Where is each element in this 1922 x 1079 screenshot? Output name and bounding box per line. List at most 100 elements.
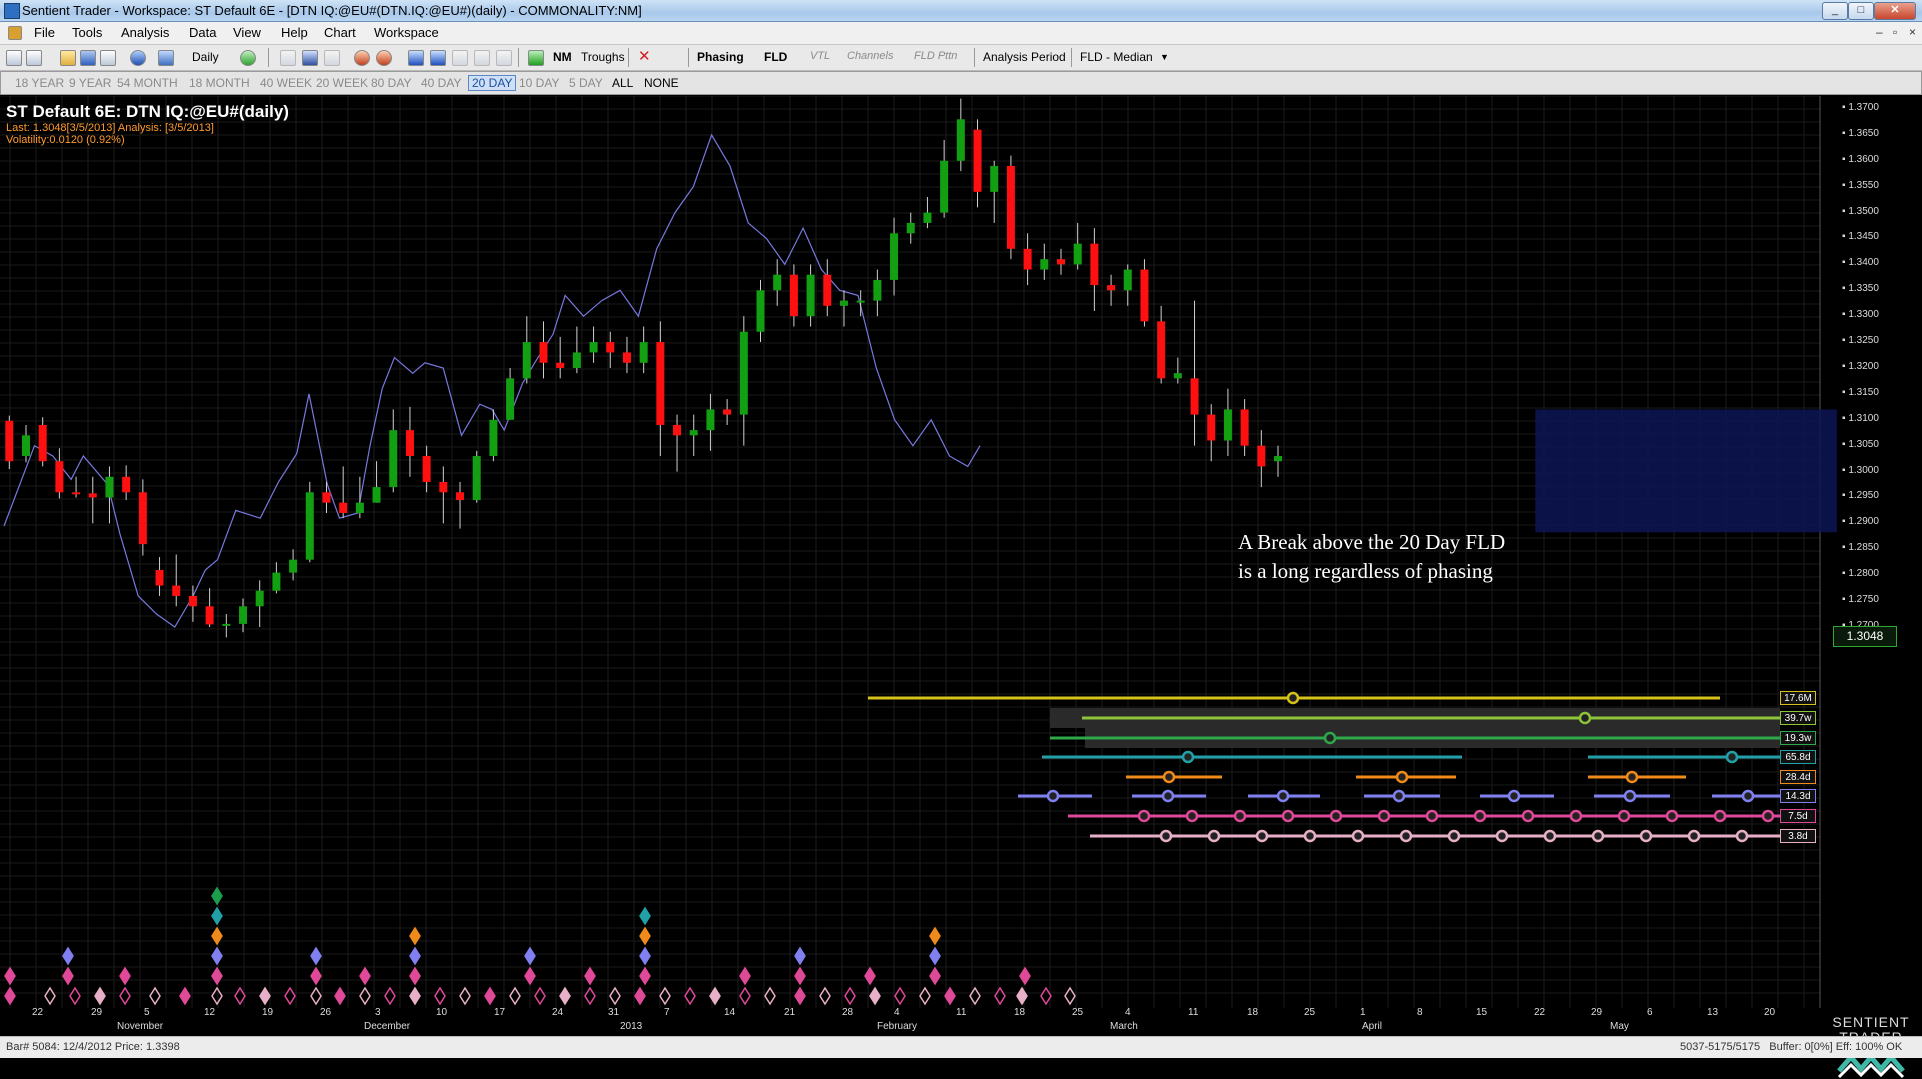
close-icon[interactable]: ✕ [1874,2,1916,20]
nm-button[interactable]: NM [553,50,572,64]
period-all[interactable]: ALL [612,76,633,90]
doc-close-icon[interactable]: × [1909,25,1916,39]
fld-pattern-button[interactable]: FLD Pttn [914,50,957,62]
date-tick-label: 29 [91,1007,103,1018]
trough-diamond-icon [869,986,881,1006]
trough-diamond-icon [284,986,296,1006]
data-sync-icon[interactable] [240,50,256,66]
trough-diamond-icon [929,926,941,946]
play-icon[interactable] [528,50,544,66]
candle-up [639,342,648,363]
minimize-icon[interactable]: _ [1822,2,1848,20]
menu-chart[interactable]: Chart [324,25,356,40]
interval-select[interactable]: Daily [192,50,219,64]
new-icon[interactable] [6,50,22,66]
menu-tools[interactable]: Tools [72,25,102,40]
trough-diamond-icon [634,986,646,1006]
cursor-right-icon[interactable] [376,50,392,66]
period-80-day[interactable]: 80 DAY [371,76,411,90]
price-tick-label: ▪ 1.2850 [1842,542,1879,554]
price-tick-label: ▪ 1.3250 [1842,335,1879,347]
month-label: 2013 [620,1021,643,1032]
scroll-forward-icon[interactable] [452,50,468,66]
trough-diamond-icon [1016,986,1028,1006]
vtl-button[interactable]: VTL [810,50,830,62]
zoom-icon[interactable] [280,50,296,66]
candle-up [956,119,965,161]
period-20-day[interactable]: 20 DAY [468,75,517,91]
fld-median-select[interactable]: FLD - Median [1080,50,1153,64]
grid-icon[interactable] [302,50,318,66]
cycle-node [1046,789,1060,803]
price-tick-label: ▪ 1.3600 [1842,153,1879,165]
save-icon[interactable] [80,50,96,66]
open-folder-icon[interactable] [60,50,76,66]
period-20-week[interactable]: 20 WEEK [316,76,368,90]
scroll-end-icon[interactable] [496,50,512,66]
trough-diamond-icon [94,986,106,1006]
bars-icon[interactable] [158,50,174,66]
date-tick-label: 14 [724,1007,736,1018]
period-5-day[interactable]: 5 DAY [569,76,603,90]
price-chart[interactable] [0,96,1922,1036]
menu-file[interactable]: File [34,25,55,40]
menu-help[interactable]: Help [281,25,308,40]
cycle-node [1233,809,1247,823]
candle-down [88,493,97,498]
candle-down [172,585,181,596]
doc-minimize-icon[interactable]: – [1876,25,1883,39]
chevron-down-icon[interactable]: ▼ [1160,52,1169,62]
period-40-day[interactable]: 40 DAY [421,76,461,90]
list-icon[interactable] [324,50,340,66]
price-tick-label: ▪ 1.3550 [1842,179,1879,191]
candle-down [1190,378,1199,415]
period-54-month[interactable]: 54 MONTH [117,76,178,90]
analysis-period-button[interactable]: Analysis Period [983,50,1066,64]
scroll-start-icon[interactable] [408,50,424,66]
trough-diamond-icon [434,986,446,1006]
date-tick-label: 1 [1360,1007,1366,1018]
cycle-badge: 39.7w [1780,711,1816,725]
period-9-year[interactable]: 9 YEAR [69,76,111,90]
menu-data[interactable]: Data [189,25,216,40]
menu-workspace[interactable]: Workspace [374,25,439,40]
menu-view[interactable]: View [233,25,261,40]
cycle-badge: 65.8d [1780,750,1816,764]
maximize-icon[interactable]: □ [1848,2,1874,20]
cycle-node [1741,789,1755,803]
candle-up [222,623,231,626]
candle-down [38,424,47,462]
doc-restore-icon[interactable]: ▫ [1893,25,1897,39]
chart-area[interactable]: ST Default 6E: DTN IQ:@EU#(daily) Last: … [0,96,1922,1079]
period-10-day[interactable]: 10 DAY [519,76,559,90]
print-icon[interactable] [100,50,116,66]
date-tick-label: 20 [1764,1007,1776,1018]
menu-analysis[interactable]: Analysis [121,25,169,40]
candle-up [773,274,782,291]
cycle-node [1543,829,1557,843]
channels-button[interactable]: Channels [847,50,893,62]
fld-button[interactable]: FLD [764,50,787,64]
clear-icon[interactable]: ✕ [638,49,652,64]
cycle-node [1303,829,1317,843]
candle-down [339,502,348,514]
new-dropdown-icon[interactable] [26,50,42,66]
troughs-button[interactable]: Troughs [581,50,625,64]
scroll-back-icon[interactable] [430,50,446,66]
period-none[interactable]: NONE [644,76,679,90]
phasing-button[interactable]: Phasing [697,50,744,64]
candle-down [1023,248,1032,270]
period-18-month[interactable]: 18 MONTH [189,76,250,90]
period-18-year[interactable]: 18 YEAR [15,76,64,90]
candle-down [556,362,565,368]
trough-diamond-icon [584,986,596,1006]
refresh-icon[interactable] [130,50,146,66]
candle-down [1240,409,1249,446]
cycle-node [1392,789,1406,803]
cycle-badge: 28.4d [1780,770,1816,784]
scroll-next-icon[interactable] [474,50,490,66]
trough-diamond-icon [994,986,1006,1006]
period-40-week[interactable]: 40 WEEK [260,76,312,90]
cursor-left-icon[interactable] [354,50,370,66]
price-tick-label: ▪ 1.2750 [1842,594,1879,606]
